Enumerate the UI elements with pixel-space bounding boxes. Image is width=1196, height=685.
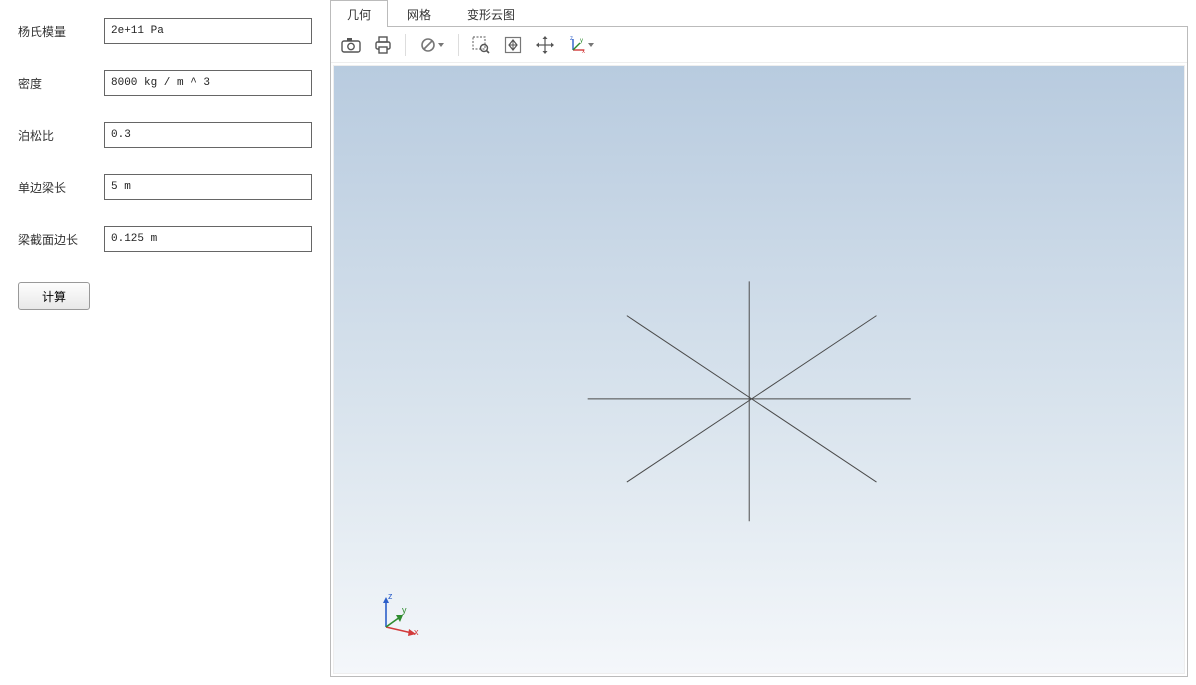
- input-youngs-modulus[interactable]: [104, 18, 312, 44]
- fit-view-icon[interactable]: [499, 31, 527, 59]
- axis-x-label: x: [414, 627, 419, 637]
- row-youngs-modulus: 杨氏模量: [18, 18, 312, 44]
- row-section-side: 梁截面边长: [18, 226, 312, 252]
- svg-text:x: x: [582, 49, 585, 54]
- label-section-side: 梁截面边长: [18, 231, 104, 248]
- main-panel: 几何 网格 变形云图: [330, 0, 1196, 685]
- row-poisson: 泊松比: [18, 122, 312, 148]
- axis-y-label: y: [402, 605, 407, 615]
- label-poisson: 泊松比: [18, 127, 104, 144]
- geometry-scene: [334, 66, 1184, 673]
- pan-icon[interactable]: [531, 31, 559, 59]
- row-beam-length: 单边梁长: [18, 174, 312, 200]
- parameter-sidebar: 杨氏模量 密度 泊松比 单边梁长 梁截面边长 计算: [0, 0, 330, 685]
- calculate-button[interactable]: 计算: [18, 282, 90, 310]
- input-density[interactable]: [104, 70, 312, 96]
- input-poisson[interactable]: [104, 122, 312, 148]
- label-beam-length: 单边梁长: [18, 179, 104, 196]
- tab-bar: 几何 网格 变形云图: [330, 0, 1188, 26]
- row-density: 密度: [18, 70, 312, 96]
- label-youngs-modulus: 杨氏模量: [18, 23, 104, 40]
- toolbar-separator: [458, 34, 459, 56]
- svg-text:z: z: [570, 36, 573, 42]
- viewport-3d[interactable]: z y x: [333, 65, 1185, 674]
- chevron-down-icon: [588, 43, 594, 47]
- label-density: 密度: [18, 75, 104, 92]
- toolbar-separator: [405, 34, 406, 56]
- input-beam-length[interactable]: [104, 174, 312, 200]
- tab-mesh[interactable]: 网格: [390, 0, 448, 27]
- tab-geometry[interactable]: 几何: [330, 0, 388, 27]
- tab-deformation[interactable]: 变形云图: [450, 0, 532, 27]
- viewport-toolbar: y z x: [331, 27, 1187, 63]
- axis-z-label: z: [388, 591, 393, 601]
- svg-text:y: y: [580, 38, 583, 44]
- viewport-container: y z x: [330, 26, 1188, 677]
- reset-view-icon[interactable]: [414, 31, 450, 59]
- camera-icon[interactable]: [337, 31, 365, 59]
- print-icon[interactable]: [369, 31, 397, 59]
- zoom-box-icon[interactable]: [467, 31, 495, 59]
- axis-orientation-icon[interactable]: y z x: [563, 31, 599, 59]
- axis-gizmo: z y x: [374, 593, 420, 639]
- chevron-down-icon: [438, 43, 444, 47]
- input-section-side[interactable]: [104, 226, 312, 252]
